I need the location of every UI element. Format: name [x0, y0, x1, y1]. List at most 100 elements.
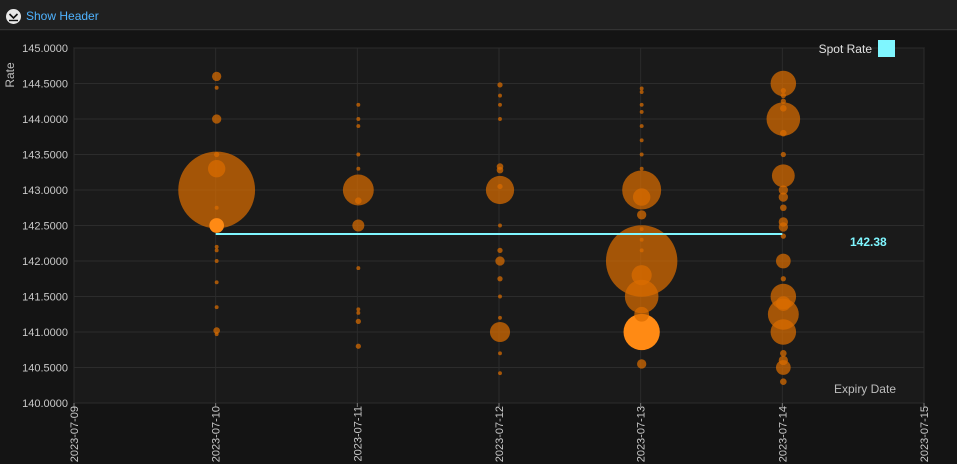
x-tick-label: 2023-07-15 — [919, 406, 931, 462]
bubble-point — [355, 318, 361, 324]
bubble-point — [780, 204, 787, 212]
top-toolbar: Show Header — [0, 0, 957, 30]
bubble-point — [498, 223, 502, 228]
legend[interactable]: Spot Rate — [819, 40, 895, 57]
bubble-point — [485, 175, 515, 205]
y-tick-label: 140.0000 — [22, 398, 68, 410]
bubble-point — [356, 152, 361, 157]
bubble-point — [495, 256, 505, 266]
y-axis: 145.0000 144.5000 144.0000 143.5000 143.0000… — [22, 43, 68, 410]
bubble-point — [634, 306, 650, 322]
bubble-point — [489, 321, 511, 343]
bubble-point — [214, 332, 219, 337]
bubble-point — [498, 294, 502, 299]
bubble-point — [639, 102, 644, 107]
y-axis-title: Rate — [3, 62, 17, 88]
bubble-point — [497, 276, 503, 282]
chart-area: 142.38 145.0000 144.5000 144.0000 143.5000 1… — [0, 31, 957, 464]
bubble-point — [214, 248, 219, 253]
bubble-point — [780, 276, 786, 282]
bubble-point — [632, 188, 651, 206]
bubble-point — [639, 248, 644, 253]
bubble-point — [778, 192, 788, 202]
y-tick-label: 141.0000 — [22, 327, 68, 339]
bubble-chart: 142.38 145.0000144.5000144.0000143.50001… — [3, 40, 931, 462]
y-tick-label: 142.0000 — [22, 256, 68, 268]
bubble-point — [639, 124, 644, 129]
y-tick-label: 144.5000 — [22, 79, 68, 91]
bubble-point — [637, 210, 647, 220]
x-axis: 2023-07-09 2023-07-10 2023-07-11 2023-07-12… — [69, 403, 931, 462]
x-tick-label: 2023-07-13 — [636, 406, 648, 462]
bubble-point — [775, 296, 791, 311]
bubble-point — [497, 82, 503, 88]
y-tick-label: 143.5000 — [22, 150, 68, 162]
bubble-point — [637, 359, 647, 369]
bubble-point — [780, 105, 787, 112]
bubble-point — [780, 87, 786, 94]
bubble-point — [356, 117, 361, 121]
spot-rate-value: 142.38 — [850, 235, 887, 249]
x-tick-label: 2023-07-11 — [352, 406, 364, 461]
x-tick-label: 2023-07-14 — [777, 406, 789, 462]
x-tick-label: 2023-07-10 — [211, 406, 223, 462]
bubble-point — [639, 90, 644, 94]
y-tick-label: 140.5000 — [22, 363, 68, 375]
bubble-point — [778, 355, 788, 366]
bubble-point — [214, 280, 219, 285]
bubble-point — [496, 166, 504, 174]
show-header-label: Show Header — [26, 9, 99, 23]
x-axis-title: Expiry Date — [834, 382, 896, 396]
y-tick-label: 141.5000 — [22, 292, 68, 304]
legend-swatch — [878, 40, 895, 57]
bubble-point — [780, 151, 786, 158]
bubble-point — [770, 319, 797, 345]
bubble-point — [214, 85, 219, 90]
bubble-point — [780, 129, 787, 137]
bubble-point — [498, 102, 502, 107]
bubble-point — [212, 71, 222, 82]
bubble-point — [780, 378, 787, 386]
bubble-point — [771, 164, 795, 188]
bubble-point — [214, 205, 219, 210]
bubble-point — [780, 92, 786, 99]
bubble-point — [214, 259, 219, 263]
bubble-point — [639, 166, 644, 171]
bubble-point — [214, 151, 220, 158]
bubble-point — [780, 350, 787, 357]
y-tick-label: 143.0000 — [22, 185, 68, 197]
collapse-down-icon — [6, 8, 21, 24]
bubble-point — [355, 197, 362, 204]
bubble-point — [639, 109, 644, 114]
y-tick-label: 144.0000 — [22, 114, 68, 126]
bubble-point — [778, 222, 788, 232]
bubble-point — [214, 305, 219, 310]
bubble-point — [498, 351, 502, 356]
bubble-point — [497, 183, 503, 190]
bubble-point — [212, 114, 222, 124]
bubble-point — [775, 253, 791, 269]
bubble-point — [356, 266, 361, 271]
bubble-point — [498, 93, 502, 98]
bubble-point — [631, 265, 652, 286]
bubble-point — [497, 247, 503, 253]
bubble-point — [639, 152, 644, 157]
x-tick-label: 2023-07-12 — [494, 406, 506, 462]
bubble-point — [214, 244, 219, 249]
bubble-point — [498, 117, 502, 121]
bubble-point — [207, 160, 226, 178]
bubble-point — [355, 343, 361, 349]
bubble-point — [356, 307, 361, 312]
bubble-point — [498, 371, 502, 376]
bubble-point — [639, 138, 644, 143]
bubble-point — [356, 102, 361, 107]
x-tick-label: 2023-07-09 — [69, 406, 81, 462]
bubble-point — [356, 166, 361, 171]
show-header-button[interactable]: Show Header — [6, 7, 99, 25]
bubble-point — [352, 219, 365, 232]
bubble-point — [498, 315, 502, 320]
bubble-point — [209, 218, 225, 233]
y-tick-label: 145.0000 — [22, 43, 68, 55]
bubble-point — [356, 310, 361, 315]
bubble-point — [639, 227, 644, 231]
